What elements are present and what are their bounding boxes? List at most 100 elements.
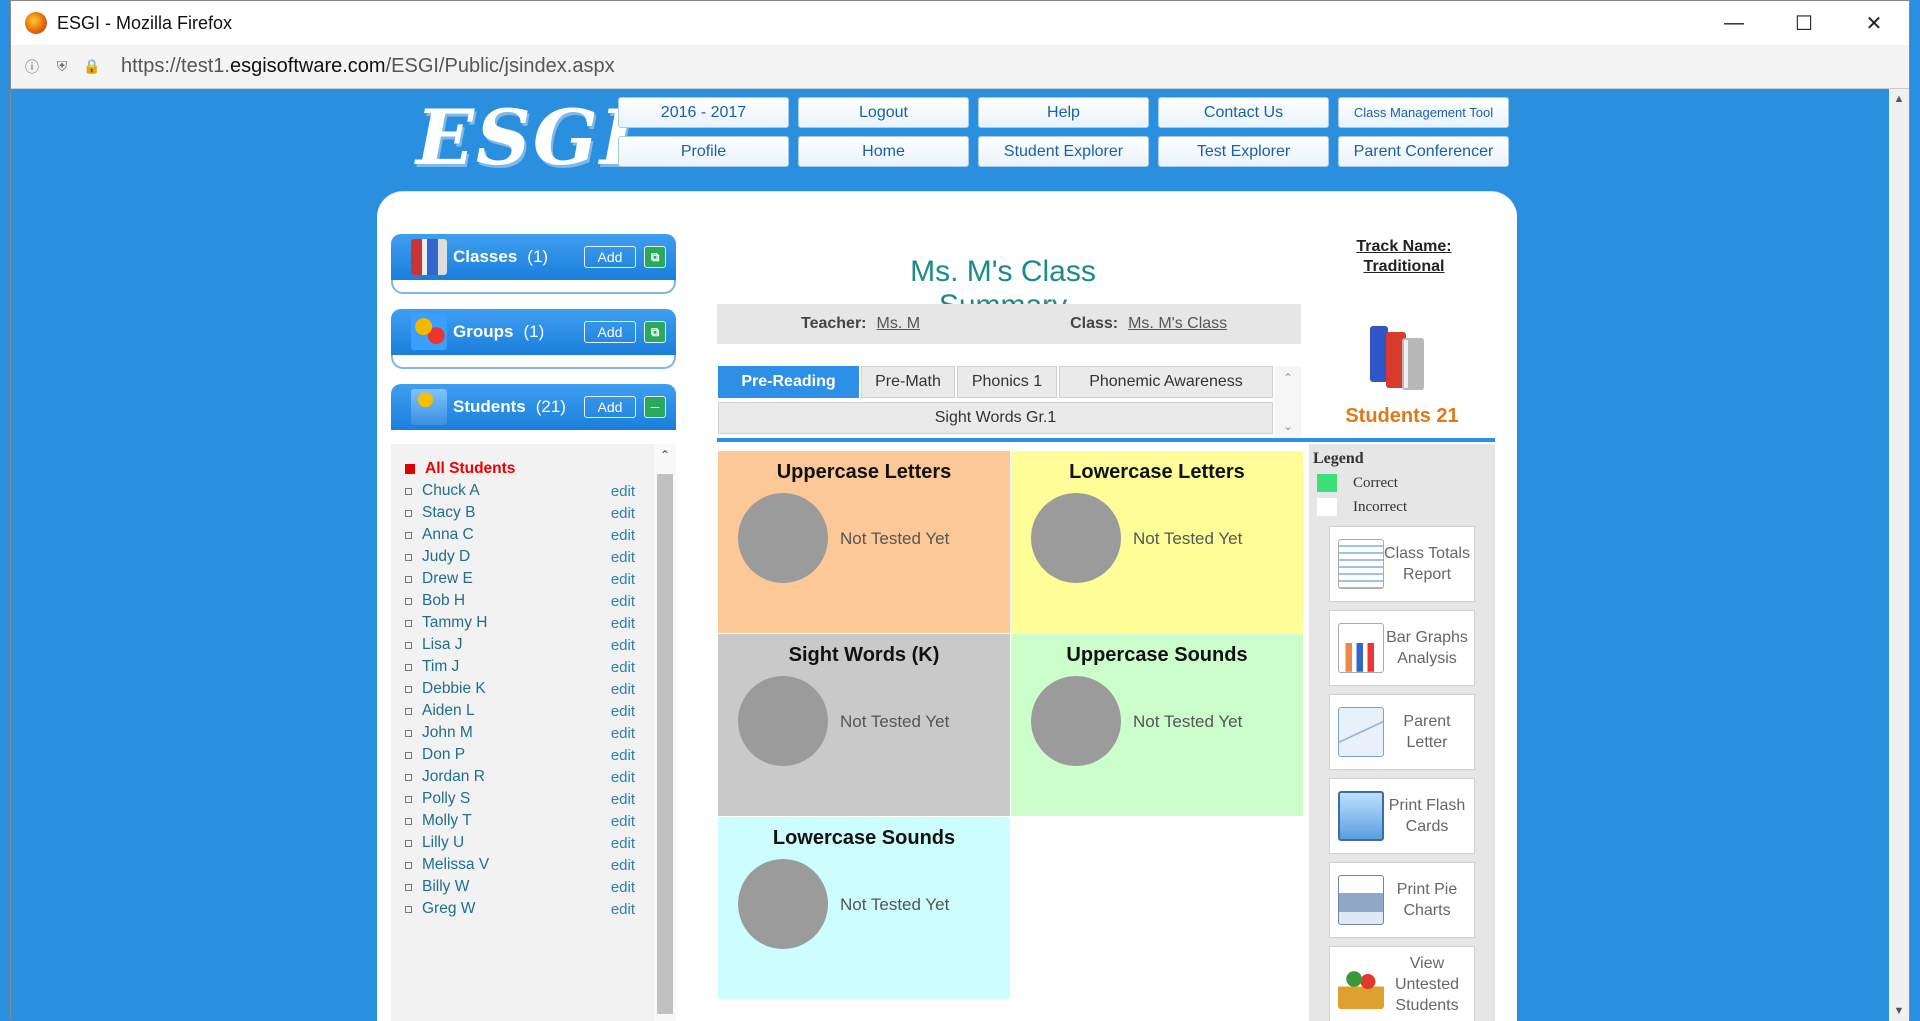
test-tile-uppercase-letters[interactable]: Uppercase Letters Not Tested Yet	[718, 451, 1010, 633]
edit-student-link[interactable]: edit	[611, 571, 635, 588]
groups-header[interactable]: Groups (1) Add ⧉	[391, 309, 676, 355]
nav-class-management-button[interactable]: Class Management Tool	[1338, 97, 1509, 128]
edit-student-link[interactable]: edit	[611, 791, 635, 808]
student-name[interactable]: Melissa V	[422, 856, 489, 874]
tab-pre-math[interactable]: Pre-Math	[861, 366, 955, 398]
nav-year-button[interactable]: 2016 - 2017	[618, 97, 789, 128]
student-row[interactable]: Anna C edit	[405, 524, 635, 546]
student-row[interactable]: Melissa V edit	[405, 854, 635, 876]
student-row[interactable]: Tim J edit	[405, 656, 635, 678]
student-row[interactable]: Polly S edit	[405, 788, 635, 810]
nav-student-explorer-button[interactable]: Student Explorer	[978, 136, 1149, 167]
student-name[interactable]: Molly T	[422, 812, 472, 830]
minimize-button[interactable]: —	[1699, 1, 1769, 45]
tab-sight-words-gr1[interactable]: Sight Words Gr.1	[718, 402, 1273, 434]
page-scrollbar[interactable]: ▲ ▼	[1889, 89, 1909, 1021]
edit-student-link[interactable]: edit	[611, 593, 635, 610]
edit-student-link[interactable]: edit	[611, 505, 635, 522]
edit-student-link[interactable]: edit	[611, 879, 635, 896]
class-totals-report-button[interactable]: Class Totals Report	[1329, 526, 1475, 602]
nav-parent-conferencer-button[interactable]: Parent Conferencer	[1338, 136, 1509, 167]
result-pie-circle[interactable]	[1031, 676, 1121, 766]
teacher-link[interactable]: Ms. M	[877, 315, 921, 333]
student-name[interactable]: Stacy B	[422, 504, 475, 522]
edit-student-link[interactable]: edit	[611, 483, 635, 500]
student-name[interactable]: Drew E	[422, 570, 473, 588]
test-tile-sight-words-k[interactable]: Sight Words (K) Not Tested Yet	[718, 634, 1010, 816]
student-row[interactable]: Debbie K edit	[405, 678, 635, 700]
student-row[interactable]: Jordan R edit	[405, 766, 635, 788]
result-pie-circle[interactable]	[738, 676, 828, 766]
student-row[interactable]: Bob H edit	[405, 590, 635, 612]
maximize-button[interactable]: ☐	[1769, 1, 1839, 45]
scroll-thumb[interactable]	[657, 474, 673, 1014]
student-name[interactable]: Polly S	[422, 790, 470, 808]
close-button[interactable]: ✕	[1839, 1, 1909, 45]
esgi-logo[interactable]: ESGI	[416, 93, 637, 182]
edit-student-link[interactable]: edit	[611, 527, 635, 544]
edit-student-link[interactable]: edit	[611, 637, 635, 654]
result-pie-circle[interactable]	[738, 493, 828, 583]
page-scroll-down-icon[interactable]: ▼	[1889, 1001, 1909, 1021]
student-name[interactable]: Jordan R	[422, 768, 485, 786]
nav-logout-button[interactable]: Logout	[798, 97, 969, 128]
scroll-up-icon[interactable]: ⌃	[654, 444, 676, 466]
student-row[interactable]: Stacy B edit	[405, 502, 635, 524]
classes-header[interactable]: Classes (1) Add ⧉	[391, 234, 676, 280]
print-flash-cards-button[interactable]: Print Flash Cards	[1329, 778, 1475, 854]
info-icon[interactable]: ⓘ	[23, 58, 41, 76]
classes-expand-icon[interactable]: ⧉	[644, 246, 666, 268]
edit-student-link[interactable]: edit	[611, 615, 635, 632]
edit-student-link[interactable]: edit	[611, 747, 635, 764]
student-row[interactable]: Aiden L edit	[405, 700, 635, 722]
student-row[interactable]: Judy D edit	[405, 546, 635, 568]
edit-student-link[interactable]: edit	[611, 659, 635, 676]
student-name[interactable]: Judy D	[422, 548, 470, 566]
bar-graphs-analysis-button[interactable]: Bar Graphs Analysis	[1329, 610, 1475, 686]
parent-letter-button[interactable]: Parent Letter	[1329, 694, 1475, 770]
student-name[interactable]: Tammy H	[422, 614, 487, 632]
student-row[interactable]: Chuck A edit	[405, 480, 635, 502]
nav-contact-button[interactable]: Contact Us	[1158, 97, 1329, 128]
student-list-scrollbar[interactable]: ⌃	[654, 444, 676, 1021]
student-name[interactable]: Lisa J	[422, 636, 463, 654]
all-students-item[interactable]: All Students	[405, 458, 635, 480]
students-collapse-icon[interactable]: ─	[644, 396, 666, 418]
student-name[interactable]: Greg W	[422, 900, 475, 918]
test-tile-lowercase-sounds[interactable]: Lowercase Sounds Not Tested Yet	[718, 817, 1010, 999]
shield-icon[interactable]: ⛨	[53, 58, 71, 76]
tabs-scroll-down-icon[interactable]: ⌄	[1275, 414, 1301, 438]
student-row[interactable]: John M edit	[405, 722, 635, 744]
student-row[interactable]: Molly T edit	[405, 810, 635, 832]
student-row[interactable]: Don P edit	[405, 744, 635, 766]
student-name[interactable]: Chuck A	[422, 482, 480, 500]
result-pie-circle[interactable]	[738, 859, 828, 949]
nav-home-button[interactable]: Home	[798, 136, 969, 167]
student-name[interactable]: Bob H	[422, 592, 465, 610]
nav-profile-button[interactable]: Profile	[618, 136, 789, 167]
add-student-button[interactable]: Add	[584, 396, 636, 418]
students-header[interactable]: Students (21) Add ─	[391, 384, 676, 430]
student-row[interactable]: Greg W edit	[405, 898, 635, 920]
nav-test-explorer-button[interactable]: Test Explorer	[1158, 136, 1329, 167]
tabs-scrollbar[interactable]: ⌃ ⌄	[1275, 366, 1301, 438]
student-name[interactable]: Aiden L	[422, 702, 475, 720]
print-pie-charts-button[interactable]: Print Pie Charts	[1329, 862, 1475, 938]
edit-student-link[interactable]: edit	[611, 549, 635, 566]
student-row[interactable]: Drew E edit	[405, 568, 635, 590]
edit-student-link[interactable]: edit	[611, 857, 635, 874]
student-row[interactable]: Lilly U edit	[405, 832, 635, 854]
edit-student-link[interactable]: edit	[611, 681, 635, 698]
student-name[interactable]: Debbie K	[422, 680, 486, 698]
edit-student-link[interactable]: edit	[611, 769, 635, 786]
edit-student-link[interactable]: edit	[611, 835, 635, 852]
edit-student-link[interactable]: edit	[611, 725, 635, 742]
student-name[interactable]: John M	[422, 724, 473, 742]
lock-icon[interactable]: 🔒	[83, 58, 101, 76]
add-class-button[interactable]: Add	[584, 246, 636, 268]
student-name[interactable]: Don P	[422, 746, 465, 764]
edit-student-link[interactable]: edit	[611, 813, 635, 830]
edit-student-link[interactable]: edit	[611, 703, 635, 720]
tabs-scroll-up-icon[interactable]: ⌃	[1275, 366, 1301, 390]
student-row[interactable]: Billy W edit	[405, 876, 635, 898]
